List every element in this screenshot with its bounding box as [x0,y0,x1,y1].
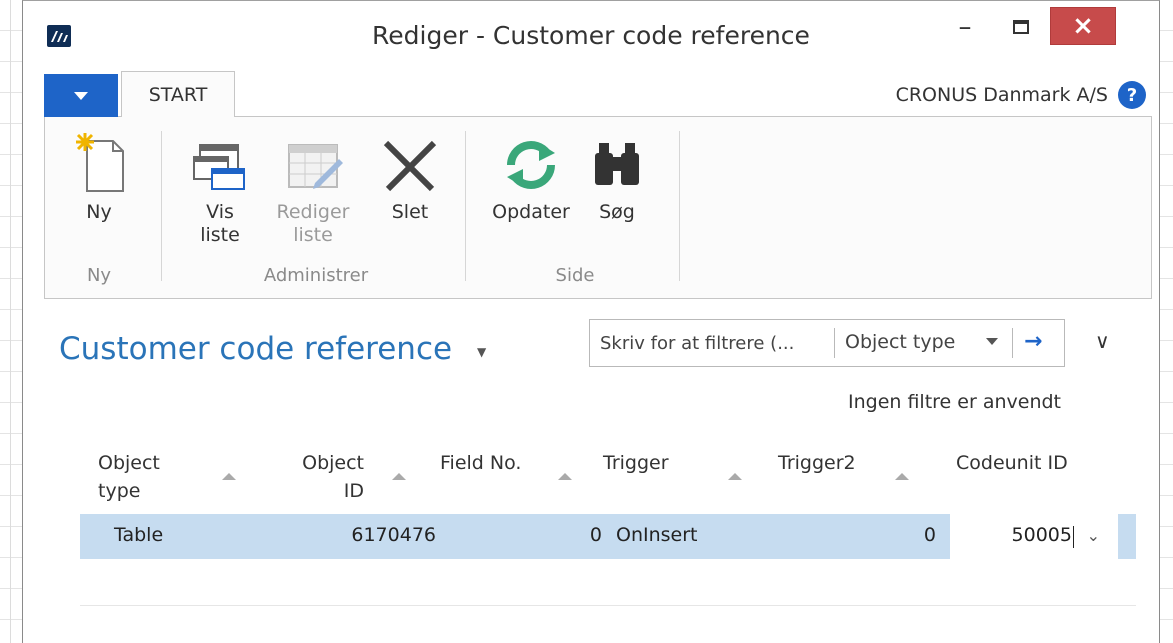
apply-filter-arrow-icon[interactable]: → [1024,329,1042,354]
title-bar: Rediger - Customer code reference – × [23,1,1159,71]
refresh-label: Opdater [492,201,570,223]
filter-field-select[interactable]: Object type [845,331,955,353]
text-cursor [1073,526,1074,548]
file-menu-button[interactable] [44,74,118,118]
dropdown-arrow-icon [74,92,88,100]
background-divider [10,0,11,643]
search-label: Søg [599,201,635,223]
codeunit-id-editor[interactable]: 50005 ⌄ [950,514,1118,559]
codeunit-id-input[interactable]: 50005 [1012,524,1072,546]
maximize-button[interactable] [993,7,1049,47]
edit-list-label-1: Rediger [276,201,350,223]
delete-x-icon [378,131,442,197]
ribbon-separator [161,131,162,281]
tab-start[interactable]: START [121,71,235,118]
search-button[interactable]: Søg [585,131,649,224]
column-header-label: Object [302,452,364,474]
column-header-field-no[interactable]: Field No. [440,449,521,477]
page-title[interactable]: Customer code reference [59,331,452,367]
column-header-trigger[interactable]: Trigger [603,449,669,477]
cell-object-id[interactable]: 6170476 [300,524,436,546]
column-header-object-type[interactable]: Object type [98,449,160,505]
group-label-side: Side [555,265,595,286]
view-list-label-1: Vis [206,201,234,223]
edit-list-button[interactable]: Rediger liste [270,131,356,247]
new-document-icon [67,131,131,197]
close-button[interactable]: × [1050,7,1116,45]
ribbon-separator [465,131,466,281]
ribbon-panel: Ny Ny Vis liste Rediger liste Slet Admin… [44,117,1152,299]
column-header-label: ID [343,480,364,502]
new-button[interactable]: Ny [67,131,131,224]
cell-trigger2[interactable]: 0 [840,524,936,546]
delete-button[interactable]: Slet [377,131,443,224]
chevron-down-icon[interactable] [986,338,998,345]
view-list-icon [188,131,252,197]
edit-list-label-2: liste [293,224,333,246]
ribbon-separator [679,131,680,281]
filter-divider [1012,328,1013,358]
view-list-label-2: liste [200,224,240,246]
table-row[interactable]: Table 6170476 0 OnInsert 0 50005 ⌄ [80,514,1136,559]
sort-arrow-icon[interactable] [222,473,236,480]
column-header-label: Object [98,452,160,474]
sort-arrow-icon[interactable] [558,473,572,480]
group-label-ny: Ny [86,265,112,286]
sort-arrow-icon[interactable] [728,473,742,480]
maximize-icon [1013,20,1029,34]
cell-field-no[interactable]: 0 [520,524,602,546]
help-icon[interactable]: ? [1118,81,1146,109]
view-list-button[interactable]: Vis liste [187,131,253,247]
filter-input[interactable] [600,331,825,355]
column-header-trigger2[interactable]: Trigger2 [778,449,856,477]
group-label-administrer: Administrer [263,265,369,286]
delete-label: Slet [391,201,429,223]
company-name[interactable]: CRONUS Danmark A/S [896,84,1108,106]
title-dropdown-icon[interactable]: ▼ [477,345,486,359]
ribbon-tabs: START CRONUS Danmark A/S ? [44,71,1152,118]
collapse-chevron-icon[interactable]: ∨ [1095,329,1110,353]
refresh-icon [499,131,563,197]
row-divider [80,605,1136,606]
column-header-codeunit-id[interactable]: Codeunit ID [956,449,1068,477]
cell-trigger[interactable]: OnInsert [616,524,698,546]
column-header-label: type [98,480,141,502]
edit-list-icon [281,131,345,197]
sort-arrow-icon[interactable] [392,473,406,480]
refresh-button[interactable]: Opdater [485,131,577,224]
edit-window: Rediger - Customer code reference – × ST… [22,0,1160,643]
column-header-object-id[interactable]: Object ID [288,449,364,505]
filter-divider [834,328,835,358]
new-label: Ny [86,201,112,223]
sort-arrow-icon[interactable] [895,473,909,480]
binoculars-icon [585,131,649,197]
chevron-down-icon[interactable]: ⌄ [1087,526,1100,545]
cell-object-type[interactable]: Table [114,524,163,546]
filter-status: Ingen filtre er anvendt [847,391,1061,413]
filter-bar: Object type → [589,319,1065,367]
minimize-button[interactable]: – [937,7,993,47]
